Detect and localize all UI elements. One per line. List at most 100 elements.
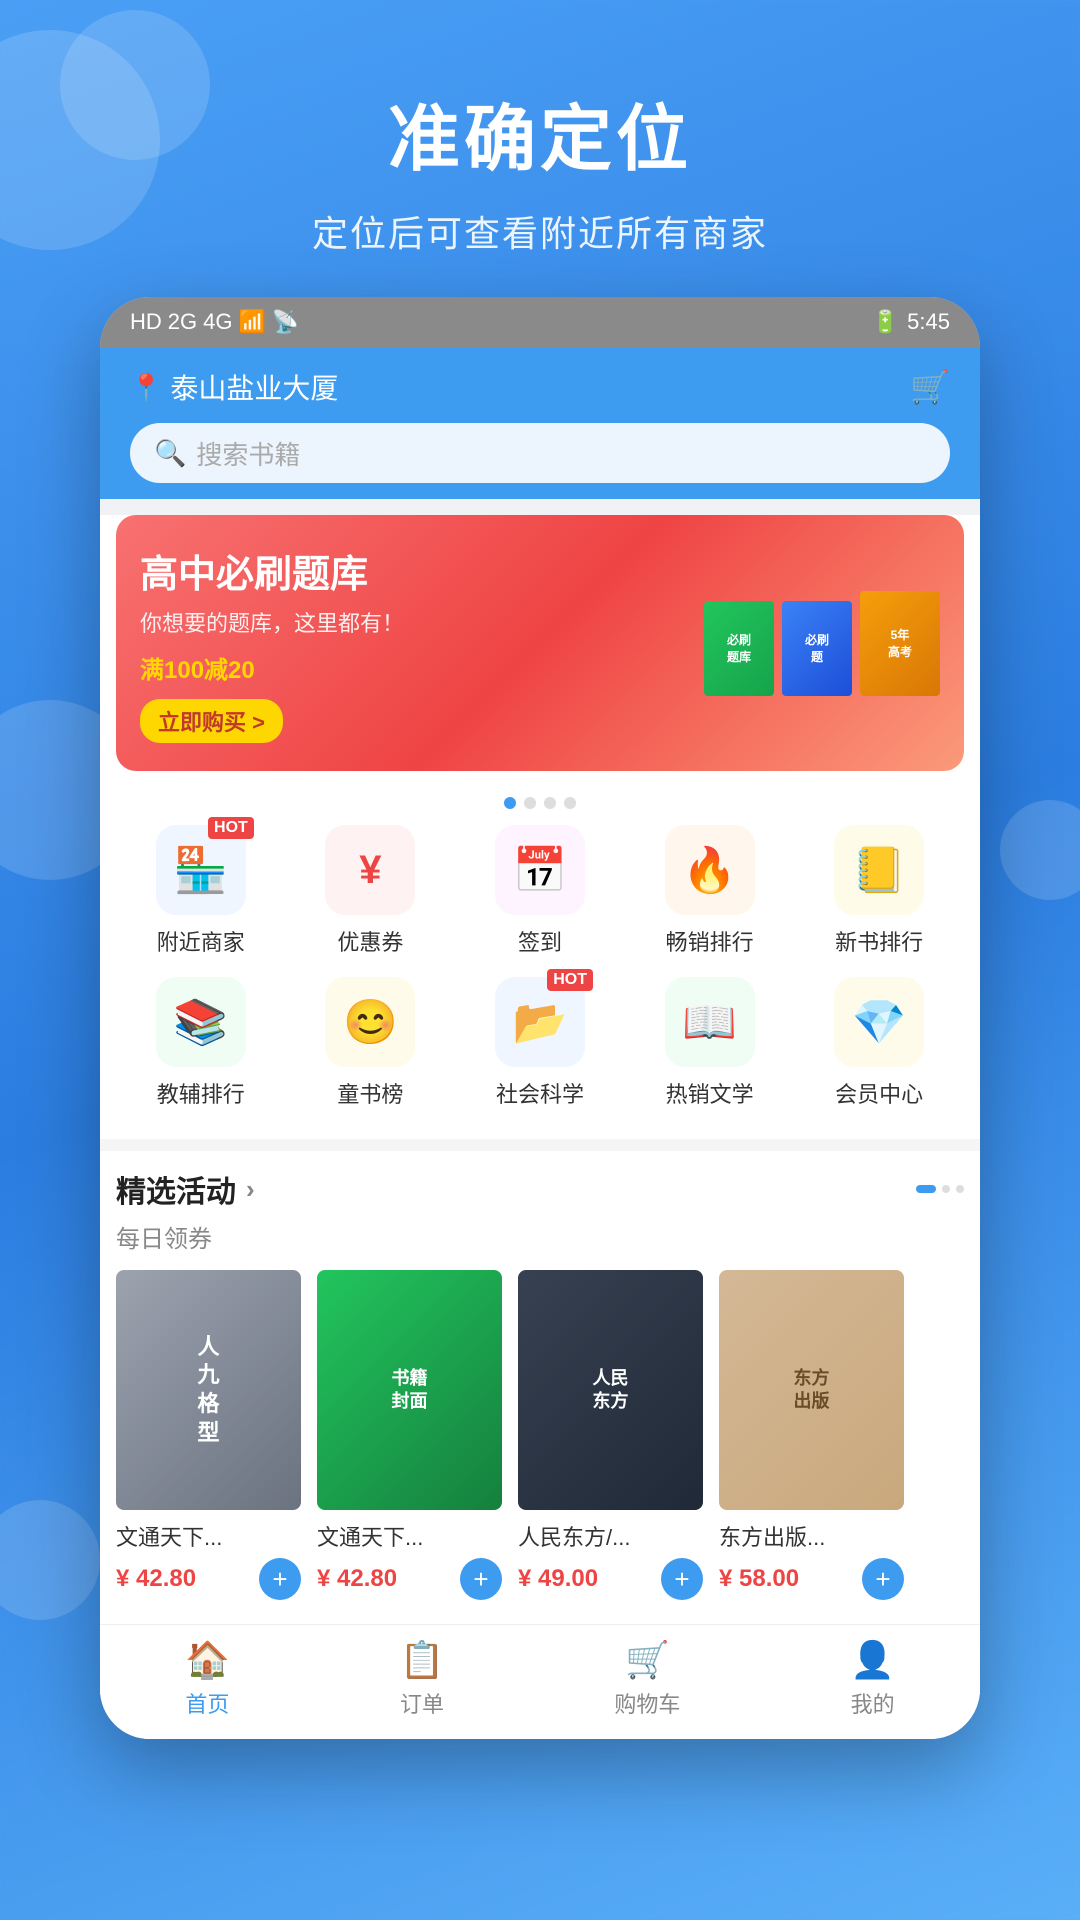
add-to-cart-2[interactable]: + [460,1558,502,1600]
add-to-cart-1[interactable]: + [259,1558,301,1600]
book-cover-2: 书籍封面 [317,1270,502,1510]
featured-dots [916,1185,964,1193]
nav-home-label: 首页 [185,1687,229,1719]
hot-badge: HOT [208,817,254,839]
cat-social-science-label: 社会科学 [496,1077,584,1109]
categories: 🏪 HOT 附近商家 ¥ 优惠券 📅 [100,815,980,1139]
nav-orders[interactable]: 📋 订单 [400,1639,445,1719]
book-item-3[interactable]: 人民东方 人民东方/... ¥ 49.00 + [518,1270,703,1600]
app-header: 📍 泰山盐业大厦 🛒 🔍 搜索书籍 [100,347,980,499]
cat-hot-literature-label: 热销文学 [666,1077,754,1109]
cat-nearby-shops-label: 附近商家 [157,925,245,957]
featured-dot-2 [942,1185,950,1193]
banner-dot-4 [564,797,576,809]
add-to-cart-3[interactable]: + [661,1558,703,1600]
banner-discount: 满100减20 [140,650,704,685]
location-left[interactable]: 📍 泰山盐业大厦 [130,367,338,407]
banner-dot-2 [524,797,536,809]
cart-icon: 🛒 [625,1639,670,1681]
banner-dot-3 [544,797,556,809]
clock: 5:45 [907,309,950,335]
banner-dot-1 [504,797,516,809]
network-4g: 4G [203,309,232,335]
featured-section: 精选活动 › 每日领券 人九格型 [100,1151,980,1624]
home-icon: 🏠 [185,1639,230,1681]
category-row-2: 📚 教辅排行 😊 童书榜 📂 HOT [116,977,964,1109]
featured-title: 精选活动 › [116,1167,255,1211]
social-science-icon: 📂 [513,996,568,1048]
nav-home[interactable]: 🏠 首页 [185,1639,230,1719]
featured-header: 精选活动 › [116,1167,964,1211]
profile-icon: 👤 [850,1639,895,1681]
cat-coupons[interactable]: ¥ 优惠券 [294,825,447,957]
cat-coupons-label: 优惠券 [337,925,403,957]
hot-badge-2: HOT [547,969,593,991]
cat-textbooks-label: 教辅排行 [157,1077,245,1109]
search-icon: 🔍 [154,438,186,469]
signal-icon: 📶 [239,309,266,335]
banner-left: 高中必刷题库 你想要的题库，这里都有！ 满100减20 立即购买 > [140,543,704,743]
location-name: 泰山盐业大厦 [170,367,338,407]
banner-subtitle: 你想要的题库，这里都有！ [140,606,704,638]
banner-book-2: 必刷题 [782,601,852,696]
book-item-4[interactable]: 东方出版 东方出版... ¥ 58.00 + [719,1270,904,1600]
book-item-1[interactable]: 人九格型 文通天下... ¥ 42.80 + [116,1270,301,1600]
book-name-4: 东方出版... [719,1520,904,1552]
book-price-row-2: ¥ 42.80 + [317,1558,502,1600]
banner-dots [100,787,980,815]
category-row-1: 🏪 HOT 附近商家 ¥ 优惠券 📅 [116,825,964,957]
book-name-2: 文通天下... [317,1520,502,1552]
search-bar[interactable]: 🔍 搜索书籍 [130,423,950,483]
cat-nearby-shops[interactable]: 🏪 HOT 附近商家 [124,825,277,957]
book-price-3: ¥ 49.00 [518,1565,598,1593]
banner-book-3: 5年高考 [860,591,940,696]
search-placeholder-text: 搜索书籍 [196,435,300,472]
book-price-row-1: ¥ 42.80 + [116,1558,301,1600]
cat-social-science[interactable]: 📂 HOT 社会科学 [464,977,617,1109]
featured-arrow-icon[interactable]: › [246,1174,255,1205]
hd-indicator: HD [130,309,162,335]
featured-subtitle: 每日领券 [116,1219,964,1254]
cat-hot-literature[interactable]: 📖 热销文学 [633,977,786,1109]
phone-body: HD 2G 4G 📶 📡 🔋 5:45 📍 泰山盐业大厦 🛒 🔍 [100,297,980,1739]
cat-textbooks[interactable]: 📚 教辅排行 [124,977,277,1109]
cat-childrens[interactable]: 😊 童书榜 [294,977,447,1109]
section-divider [100,1139,980,1151]
network-2g: 2G [168,309,197,335]
cat-bestseller[interactable]: 🔥 畅销排行 [633,825,786,957]
book-price-row-3: ¥ 49.00 + [518,1558,703,1600]
cat-member-center-label: 会员中心 [835,1077,923,1109]
promo-banner[interactable]: 高中必刷题库 你想要的题库，这里都有！ 满100减20 立即购买 > 必刷题库 … [116,515,964,771]
add-to-cart-4[interactable]: + [862,1558,904,1600]
cat-member-center[interactable]: 💎 会员中心 [803,977,956,1109]
banner-books: 必刷题库 必刷题 5年高考 [704,591,940,696]
cat-new-books[interactable]: 📒 新书排行 [803,825,956,957]
nav-profile-label: 我的 [851,1687,895,1719]
orders-icon: 📋 [400,1639,445,1681]
hot-literature-icon: 📖 [682,996,737,1048]
book-price-2: ¥ 42.80 [317,1565,397,1593]
featured-dot-active [916,1185,936,1193]
book-name-1: 文通天下... [116,1520,301,1552]
page-title: 准确定位 [0,80,1080,185]
book-item-2[interactable]: 书籍封面 文通天下... ¥ 42.80 + [317,1270,502,1600]
banner-buy-button[interactable]: 立即购买 > [140,699,283,743]
main-content: 高中必刷题库 你想要的题库，这里都有！ 满100减20 立即购买 > 必刷题库 … [100,515,980,1739]
featured-dot-3 [956,1185,964,1193]
header-cart-icon[interactable]: 🛒 [910,368,950,406]
cat-bestseller-label: 畅销排行 [666,925,754,957]
cat-new-books-label: 新书排行 [835,925,923,957]
member-center-icon: 💎 [852,996,907,1048]
page-header: 准确定位 定位后可查看附近所有商家 [0,0,1080,297]
book-price-row-4: ¥ 58.00 + [719,1558,904,1600]
cat-checkin[interactable]: 📅 签到 [464,825,617,957]
location-pin-icon: 📍 [130,372,162,403]
nav-cart[interactable]: 🛒 购物车 [614,1639,680,1719]
status-left: HD 2G 4G 📶 📡 [130,309,299,335]
bestseller-icon: 🔥 [682,844,737,896]
book-price-4: ¥ 58.00 [719,1565,799,1593]
book-cover-3: 人民东方 [518,1270,703,1510]
cat-childrens-label: 童书榜 [337,1077,403,1109]
nearby-shops-icon: 🏪 [173,844,228,896]
nav-profile[interactable]: 👤 我的 [850,1639,895,1719]
